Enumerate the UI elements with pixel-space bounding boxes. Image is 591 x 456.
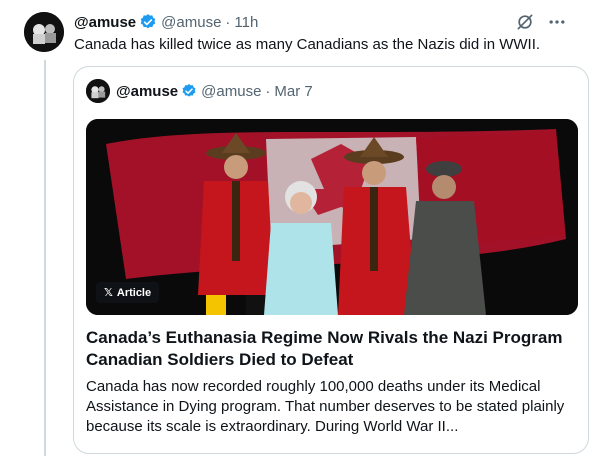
article-title-line: Canada’s Euthanasia Regime Now Rivals th…	[86, 328, 563, 347]
author-avatar[interactable]	[24, 12, 64, 52]
x-logo-icon: 𝕏	[104, 287, 113, 299]
article-excerpt-line: Canada has now recorded roughly 100,000 …	[86, 378, 541, 395]
verified-badge-icon	[181, 83, 197, 99]
article-badge-label: Article	[116, 286, 152, 299]
article-excerpt-line: Assistance in Dying program. That number…	[86, 398, 565, 415]
article-excerpt-line: because its scale is extraordinary. Duri…	[86, 418, 459, 435]
verified-badge-icon	[139, 13, 157, 31]
tweet-header: @amuse @amuse · 11h	[74, 12, 258, 32]
quoted-author-name[interactable]: @amuse	[116, 83, 178, 100]
article-cover-image[interactable]: 𝕏 Article	[86, 119, 578, 315]
tweet-timestamp[interactable]: 11h	[234, 14, 258, 31]
article-title[interactable]: Canada’s Euthanasia Regime Now Rivals th…	[86, 327, 582, 371]
article-title-line: Canadian Soldiers Died to Defeat	[86, 350, 354, 369]
tweet-text: Canada has killed twice as many Canadian…	[74, 36, 541, 53]
quoted-tweet-timestamp[interactable]: Mar 7	[274, 83, 312, 100]
separator-dot: ·	[265, 82, 271, 100]
quoted-tweet-header: @amuse @amuse · Mar 7	[116, 81, 313, 101]
quoted-author-handle[interactable]: @amuse	[201, 83, 261, 100]
article-excerpt: Canada has now recorded roughly 100,000 …	[86, 377, 582, 437]
author-name[interactable]: @amuse	[74, 14, 136, 31]
tweet-actions	[515, 12, 567, 32]
separator-dot: ·	[225, 13, 231, 31]
author-handle[interactable]: @amuse	[161, 14, 221, 31]
quoted-tweet-card[interactable]: @amuse @amuse · Mar 7 𝕏 Article Canada’s…	[73, 66, 589, 454]
quoted-author-avatar[interactable]	[86, 79, 110, 103]
thread-line	[44, 60, 46, 456]
more-icon[interactable]	[547, 12, 567, 32]
article-badge: 𝕏 Article	[96, 282, 160, 303]
grok-icon[interactable]	[515, 12, 535, 32]
